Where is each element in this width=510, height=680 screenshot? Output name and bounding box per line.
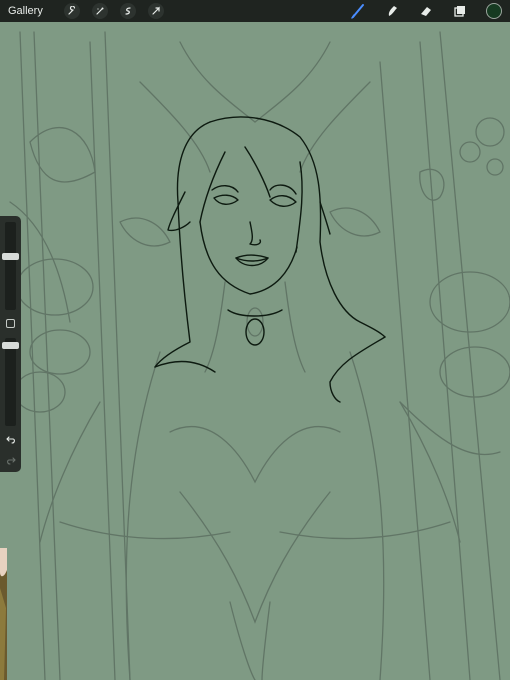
- smudge-icon[interactable]: [384, 3, 400, 19]
- brush-size-slider[interactable]: [5, 222, 16, 310]
- transform-arrow-icon[interactable]: [148, 3, 164, 19]
- top-toolbar: Gallery: [0, 0, 510, 22]
- opacity-slider[interactable]: [5, 338, 16, 426]
- right-toolset: [350, 0, 502, 22]
- color-swatch[interactable]: [486, 3, 502, 19]
- layers-icon[interactable]: [452, 3, 468, 19]
- wrench-icon[interactable]: [64, 3, 80, 19]
- redo-icon[interactable]: [5, 454, 16, 465]
- undo-icon[interactable]: [5, 433, 16, 444]
- eraser-icon[interactable]: [418, 3, 434, 19]
- tool-sidebar: [0, 216, 21, 472]
- modify-button[interactable]: [6, 319, 15, 328]
- brush-icon[interactable]: [350, 3, 366, 19]
- selection-icon[interactable]: [120, 3, 136, 19]
- magic-wand-icon[interactable]: [92, 3, 108, 19]
- gallery-button[interactable]: Gallery: [0, 5, 52, 17]
- drawing-canvas[interactable]: [0, 22, 510, 680]
- reference-image-edge[interactable]: [0, 548, 7, 680]
- opacity-thumb[interactable]: [2, 342, 19, 350]
- brush-size-thumb[interactable]: [2, 252, 19, 260]
